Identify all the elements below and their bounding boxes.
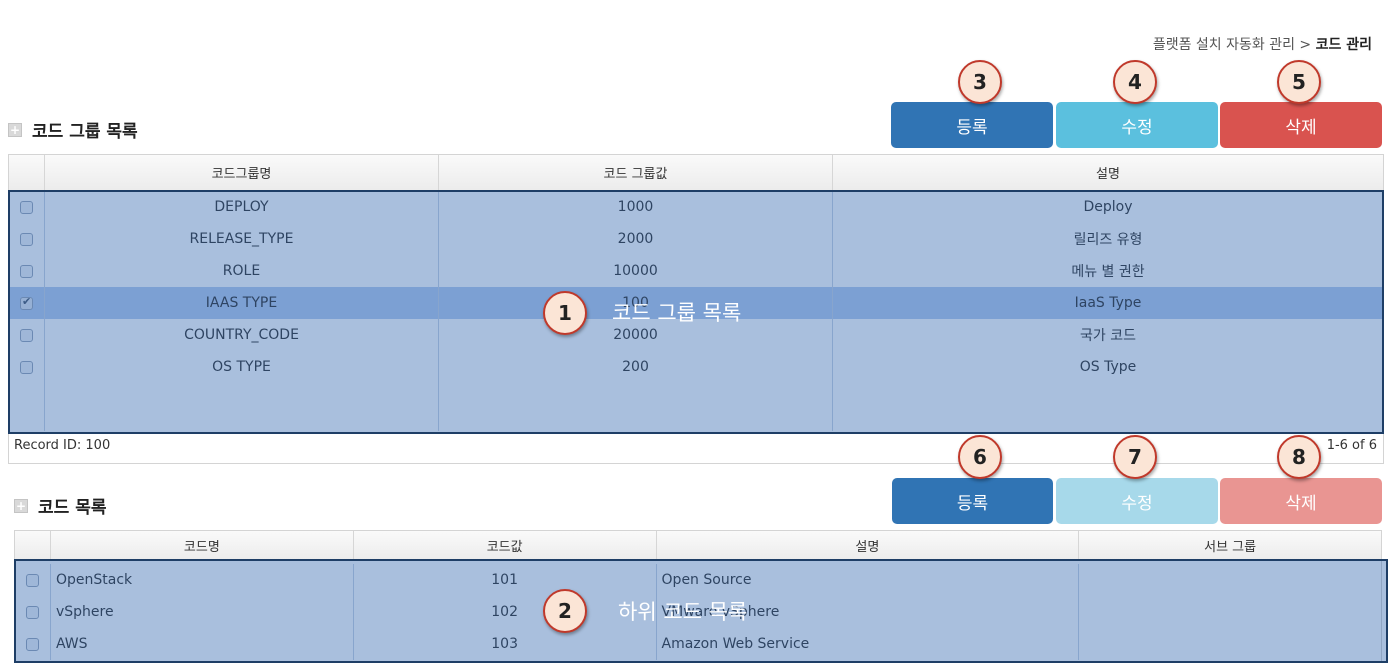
breadcrumb-current: 코드 관리 (1315, 37, 1372, 53)
record-id: Record ID: 100 (14, 438, 111, 453)
annotation-marker-5: 5 (1277, 60, 1321, 104)
annotation-marker-8: 8 (1277, 435, 1321, 479)
code-group-grid-header: 코드그룹명 코드 그룹값 설명 (9, 155, 1383, 191)
column-header[interactable]: 설명 (657, 531, 1080, 560)
group-delete-button[interactable]: 삭제 (1220, 102, 1382, 148)
annotation-marker-1: 1 (543, 291, 587, 335)
annotation-marker-7: 7 (1113, 435, 1157, 479)
group-section-title-text: 코드 그룹 목록 (32, 122, 138, 142)
breadcrumb: 플랫폼 설치 자동화 관리 > 코드 관리 (1000, 34, 1372, 54)
column-header[interactable]: 코드 그룹값 (439, 155, 833, 190)
select-all-column (9, 155, 45, 190)
annotation-marker-6: 6 (958, 435, 1002, 479)
code-section-title-text: 코드 목록 (38, 498, 107, 518)
select-all-column (15, 531, 51, 560)
code-delete-button[interactable]: 삭제 (1220, 478, 1382, 524)
code-register-button[interactable]: 등록 (892, 478, 1053, 524)
annotation-marker-2: 2 (543, 589, 587, 633)
code-grid-header: 코드명 코드값 설명 서브 그룹 (15, 531, 1381, 561)
expand-icon[interactable]: + (8, 122, 22, 137)
annotation-label-code-list: 하위 코드 목록 (618, 600, 748, 624)
column-header[interactable]: 코드그룹명 (45, 155, 439, 190)
annotation-label-group-list: 코드 그룹 목록 (612, 301, 742, 325)
code-section-title: + 코드 목록 (14, 493, 106, 518)
paging-info: 1-6 of 6 (1326, 438, 1377, 453)
group-section-title: + 코드 그룹 목록 (8, 117, 138, 142)
annotation-marker-4: 4 (1113, 60, 1157, 104)
column-header[interactable]: 코드값 (354, 531, 657, 560)
group-register-button[interactable]: 등록 (891, 102, 1053, 148)
annotation-marker-3: 3 (958, 60, 1002, 104)
code-edit-button[interactable]: 수정 (1056, 478, 1218, 524)
group-edit-button[interactable]: 수정 (1056, 102, 1218, 148)
column-header[interactable]: 설명 (833, 155, 1383, 190)
expand-icon[interactable]: + (14, 498, 28, 513)
breadcrumb-path: 플랫폼 설치 자동화 관리 > (1152, 37, 1316, 53)
column-header[interactable]: 서브 그룹 (1079, 531, 1381, 560)
column-header[interactable]: 코드명 (51, 531, 354, 560)
